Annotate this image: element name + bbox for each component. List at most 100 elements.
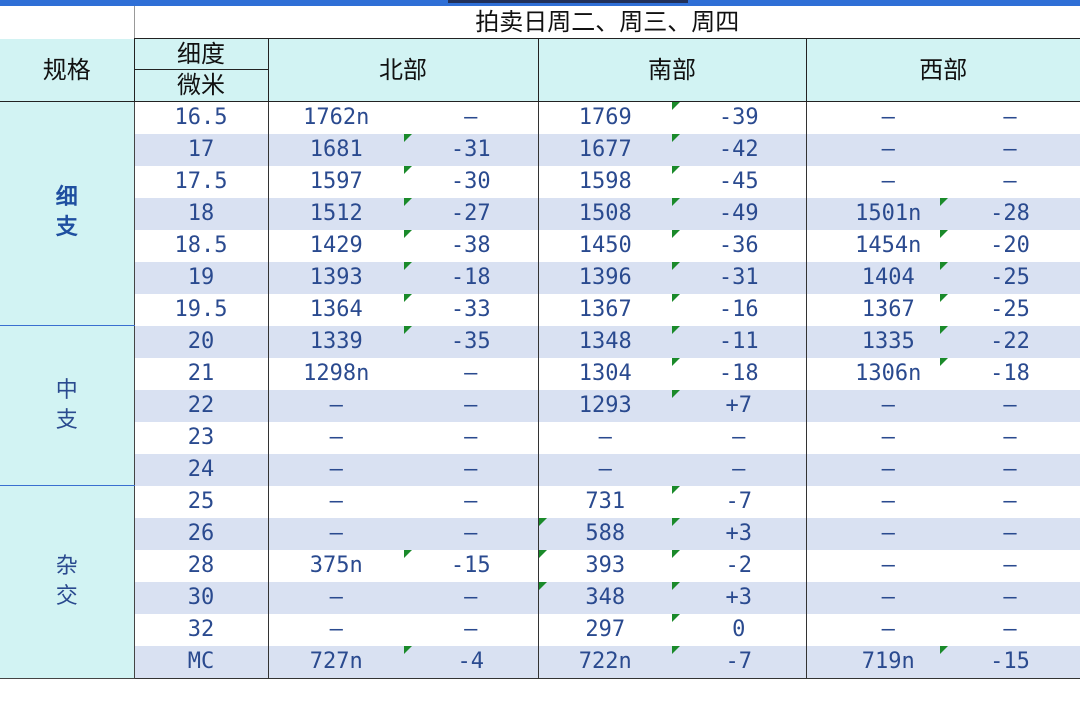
south-price-cell: 731 [538, 485, 672, 518]
micron-cell: 24 [134, 453, 269, 486]
cell-text: 1762n [303, 104, 370, 130]
micron-cell: 18.5 [134, 229, 269, 262]
cell-flag-marker [672, 325, 680, 334]
west-price-cell: 1501n [806, 197, 940, 230]
cell-text: – [329, 456, 343, 482]
cell-text: – [881, 168, 895, 194]
cell-text: -30 [450, 168, 491, 194]
west-change-cell: – [940, 517, 1080, 550]
micron-cell: 26 [134, 517, 269, 550]
cell-flag-marker [672, 357, 680, 366]
group-label: 细 支 [0, 101, 135, 326]
cell-text: 0 [732, 616, 746, 642]
cell-text: 1396 [578, 264, 632, 290]
cell-text: 727n [309, 648, 363, 674]
cell-text: -39 [718, 104, 759, 130]
cell-flag-marker [404, 261, 412, 270]
cell-text: 1769 [578, 104, 632, 130]
cell-text: -33 [450, 296, 491, 322]
wool-price-table: 拍卖日周二、周三、周四 规格 细度 北部 南部 西部 微米 细 支 16.5 176… [0, 6, 1080, 679]
cell-text: 17.5 [174, 168, 228, 194]
south-price-cell: 348 [538, 581, 672, 614]
south-change-cell: -7 [672, 485, 807, 518]
cell-text: – [881, 552, 895, 578]
micron-cell: 16.5 [134, 101, 269, 134]
cell-text: 23 [187, 424, 215, 450]
cell-flag-marker [940, 229, 948, 238]
table-row: 18.5 1429 -38 1450 -36 1454n -20 [0, 229, 1080, 262]
north-price-cell: 1339 [268, 325, 404, 358]
table-row: 21 1298n – 1304 -18 1306n -18 [0, 357, 1080, 390]
cell-text: 1508 [578, 200, 632, 226]
header-spec: 规格 [0, 38, 135, 102]
cell-text: – [464, 104, 478, 130]
south-price-cell: 1293 [538, 389, 672, 422]
cell-text: 393 [585, 552, 626, 578]
cell-text: 1404 [861, 264, 915, 290]
west-change-cell: – [940, 389, 1080, 422]
west-change-cell: -18 [940, 357, 1080, 390]
cell-text: 1501n [855, 200, 922, 226]
cell-flag-marker [538, 581, 547, 590]
cell-text: – [1003, 168, 1017, 194]
west-price-cell: – [806, 389, 940, 422]
south-change-cell: -42 [672, 133, 807, 166]
cell-text: +3 [725, 584, 753, 610]
west-price-cell: – [806, 133, 940, 166]
cell-flag-marker [672, 133, 680, 142]
north-price-cell: – [268, 485, 404, 518]
cell-text: – [881, 584, 895, 610]
north-change-cell: -15 [404, 549, 539, 582]
west-change-cell: -25 [940, 261, 1080, 294]
cell-text: 348 [585, 584, 626, 610]
title-blank [0, 6, 134, 39]
cell-text: -28 [990, 200, 1030, 226]
cell-text: – [881, 616, 895, 642]
cell-text: – [329, 520, 343, 546]
cropped-header-text [448, 0, 688, 3]
north-change-cell: -38 [404, 229, 539, 262]
cell-text: -20 [990, 232, 1030, 258]
south-change-cell: – [672, 421, 807, 454]
cell-flag-marker [940, 261, 948, 270]
north-price-cell: 1364 [268, 293, 404, 326]
cell-text: – [598, 456, 612, 482]
cell-flag-marker [404, 197, 412, 206]
cell-text: – [1003, 136, 1017, 162]
micron-cell: 23 [134, 421, 269, 454]
cell-text: -35 [450, 328, 491, 354]
cell-text: -7 [725, 488, 753, 514]
cell-text: +7 [725, 392, 753, 418]
south-price-cell: 1598 [538, 165, 672, 198]
table-row: 30 – – 348 +3 – – [0, 581, 1080, 614]
micron-cell: 32 [134, 613, 269, 646]
cell-text: 1597 [309, 168, 363, 194]
table-row: 24 – – – – – – [0, 453, 1080, 486]
cell-flag-marker [538, 517, 547, 526]
north-change-cell: – [404, 453, 539, 486]
west-price-cell: – [806, 613, 940, 646]
cell-text: 1681 [309, 136, 363, 162]
cell-text: – [732, 456, 746, 482]
north-price-cell: – [268, 389, 404, 422]
south-change-cell: -16 [672, 293, 807, 326]
north-price-cell: – [268, 517, 404, 550]
cell-flag-marker [404, 165, 412, 174]
header-west: 西部 [805, 38, 1080, 102]
south-change-cell: -45 [672, 165, 807, 198]
cell-text: 1306n [855, 360, 922, 386]
west-price-cell: 1367 [806, 293, 940, 326]
west-change-cell: – [940, 485, 1080, 518]
cell-flag-marker [940, 645, 948, 654]
header-fineness: 细度 [133, 38, 269, 71]
header-micron: 微米 [133, 69, 269, 102]
cell-text: 297 [585, 616, 626, 642]
cell-text: – [1003, 616, 1017, 642]
cell-text: – [1003, 520, 1017, 546]
cell-text: 1450 [578, 232, 632, 258]
table-row: 17 1681 -31 1677 -42 – – [0, 133, 1080, 166]
west-price-cell: – [806, 549, 940, 582]
cell-text: -45 [718, 168, 759, 194]
west-price-cell: – [806, 165, 940, 198]
cell-text: 1393 [309, 264, 363, 290]
